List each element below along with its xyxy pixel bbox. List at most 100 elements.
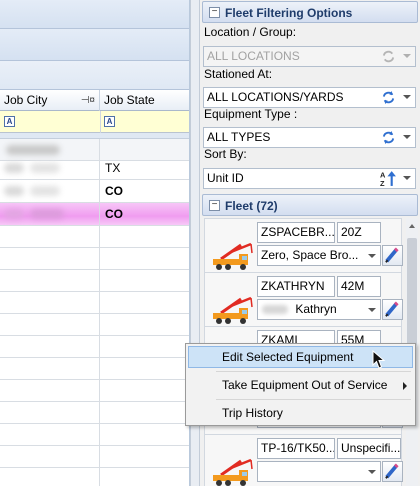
operator-combo[interactable]: Kathryn <box>257 299 381 320</box>
grid-filter-row: A A <box>0 111 189 133</box>
empty-row <box>0 380 189 402</box>
collapse-icon[interactable]: − <box>209 200 220 211</box>
filter-icon[interactable]: A <box>104 116 115 127</box>
combo-value: ALL TYPES <box>207 130 271 144</box>
menu-item-take-out-of-service[interactable]: Take Equipment Out of Service <box>188 374 413 396</box>
grid-band <box>0 61 189 90</box>
job-state-cell: CO <box>105 184 123 198</box>
size-field[interactable]: Unspecifi... <box>337 438 401 459</box>
combo-value: ALL LOCATIONS <box>207 49 300 63</box>
job-grid: Job City ⊣¤ Job State A A TX CO CO <box>0 0 190 486</box>
empty-row <box>0 358 189 380</box>
unit-id-field[interactable]: TP-16/TK50... <box>257 438 335 459</box>
empty-row <box>0 468 189 486</box>
fleet-filtering-header[interactable]: − Fleet Filtering Options <box>202 1 418 23</box>
scrollbar-thumb[interactable] <box>407 238 417 346</box>
unit-id-field[interactable]: ZSPACEBR... <box>257 222 335 243</box>
menu-separator <box>216 399 411 400</box>
job-city-cell <box>0 180 100 203</box>
redacted-text <box>4 186 24 196</box>
redacted-text <box>4 163 24 173</box>
section-title: Fleet Filtering Options <box>225 6 353 20</box>
empty-row <box>0 270 189 292</box>
column-header-job-state[interactable]: Job State <box>100 90 189 111</box>
job-state-cell: TX <box>105 161 121 175</box>
stationed-label: Stationed At: <box>204 67 273 81</box>
redacted-text <box>30 209 64 219</box>
column-header-label: Job State <box>104 93 155 107</box>
pump-truck-icon <box>213 296 253 324</box>
collapse-icon[interactable]: − <box>209 7 220 18</box>
table-row-selected[interactable]: CO <box>0 203 189 226</box>
svg-text:Z: Z <box>380 179 385 187</box>
pencil-icon <box>385 247 399 263</box>
grid-toolbar-band <box>0 0 189 29</box>
job-state-cell: CO <box>105 207 123 221</box>
edit-pencil-button[interactable] <box>382 245 403 266</box>
menu-item-trip-history[interactable]: Trip History <box>188 402 413 424</box>
empty-row <box>0 292 189 314</box>
fleet-header[interactable]: − Fleet (72) <box>202 194 418 216</box>
pin-icon[interactable]: ⊣¤ <box>81 90 95 111</box>
empty-row <box>0 314 189 336</box>
pencil-icon <box>385 463 399 479</box>
grid-header-row: Job City ⊣¤ Job State <box>0 90 189 111</box>
chevron-down-icon[interactable] <box>368 470 376 474</box>
refresh-icon <box>382 50 395 63</box>
menu-separator <box>216 371 411 372</box>
filter-icon[interactable]: A <box>4 116 15 127</box>
redacted-text <box>30 163 60 173</box>
stationed-combo[interactable]: ALL LOCATIONS/YARDS <box>203 87 416 108</box>
edit-pencil-button[interactable] <box>382 461 403 482</box>
table-row[interactable]: CO <box>0 180 189 203</box>
empty-row <box>0 446 189 468</box>
unit-id-field[interactable]: ZKATHRYN <box>257 276 335 297</box>
mouse-cursor-icon <box>372 350 386 369</box>
chevron-down-icon[interactable] <box>368 308 376 312</box>
chevron-down-icon[interactable] <box>403 135 411 139</box>
column-header-job-city[interactable]: Job City ⊣¤ <box>0 90 100 111</box>
redacted-text <box>262 305 288 315</box>
equipment-type-label: Equipment Type : <box>204 107 298 121</box>
pencil-icon <box>385 301 399 317</box>
equipment-type-combo[interactable]: ALL TYPES <box>203 127 416 148</box>
redacted-text <box>4 209 24 219</box>
grid-group-band <box>0 29 189 61</box>
sort-az-icon[interactable]: A Z <box>380 170 397 187</box>
chevron-down-icon[interactable] <box>403 176 411 180</box>
combo-value: Unit ID <box>207 171 244 185</box>
job-city-cell <box>0 203 100 226</box>
empty-row <box>0 248 189 270</box>
empty-row <box>0 424 189 446</box>
empty-row <box>0 226 189 248</box>
redacted-text <box>6 145 60 155</box>
chevron-down-icon[interactable] <box>403 95 411 99</box>
edit-pencil-button[interactable] <box>382 299 403 320</box>
size-field[interactable]: 20Z <box>337 222 381 243</box>
combo-value: ALL LOCATIONS/YARDS <box>207 90 344 104</box>
redacted-text <box>30 186 60 196</box>
operator-combo[interactable] <box>257 461 381 482</box>
refresh-icon[interactable] <box>381 90 396 105</box>
menu-item-label: Take Equipment Out of Service <box>222 378 388 392</box>
operator-value: Kathryn <box>295 302 337 316</box>
operator-combo[interactable]: Zero, Space Bro... <box>257 245 381 266</box>
fleet-card[interactable]: TP-16/TK50... Unspecifi... <box>204 434 403 486</box>
empty-row <box>0 402 189 424</box>
job-city-cell <box>0 157 100 180</box>
chevron-down-icon <box>403 54 411 58</box>
column-header-label: Job City <box>4 93 48 107</box>
sort-combo[interactable]: Unit ID A Z <box>203 168 416 189</box>
submenu-arrow-icon <box>403 382 407 390</box>
table-row[interactable]: TX <box>0 157 189 180</box>
operator-value: Zero, Space Bro... <box>261 248 359 262</box>
filter-cell-divider <box>100 111 101 133</box>
refresh-icon[interactable] <box>381 130 396 145</box>
pump-truck-icon <box>213 242 253 270</box>
location-combo: ALL LOCATIONS <box>203 46 416 67</box>
pump-truck-icon <box>213 458 253 486</box>
chevron-down-icon[interactable] <box>368 254 376 258</box>
location-label: Location / Group: <box>204 25 297 39</box>
scroll-up-arrow-icon[interactable] <box>409 224 415 228</box>
size-field[interactable]: 42M <box>337 276 381 297</box>
